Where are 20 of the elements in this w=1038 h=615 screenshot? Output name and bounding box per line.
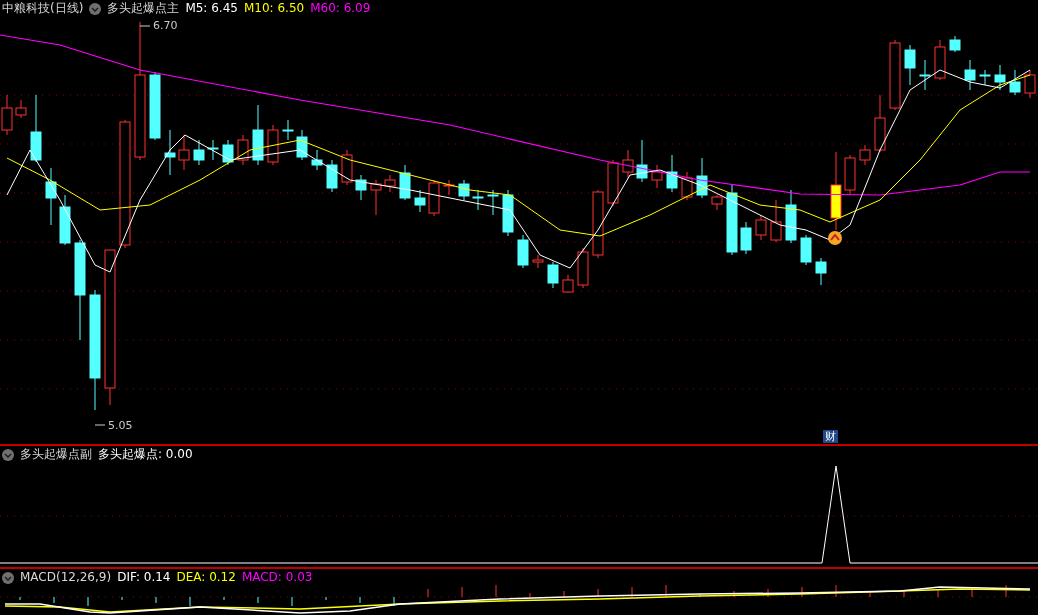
indicator-value: MACD: 0.03	[241, 570, 313, 585]
indicator-value: 多头起爆点: 0.00	[98, 447, 193, 462]
indicator-value: M5: 6.45	[185, 1, 238, 16]
indicator-name[interactable]: 多头起爆点主	[107, 1, 180, 16]
up-chevron-icon	[828, 231, 842, 245]
collapse-icon[interactable]	[89, 2, 102, 15]
finance-badge[interactable]: 财	[823, 430, 838, 443]
leader-line	[94, 424, 106, 426]
price-label: 6.70	[153, 19, 178, 32]
collapse-icon[interactable]	[2, 571, 14, 584]
indicator-name[interactable]: 多头起爆点副	[20, 447, 92, 462]
indicator-value: DIF: 0.14	[117, 570, 171, 585]
chart-title: 中粮科技(日线)	[2, 1, 84, 16]
collapse-icon[interactable]	[2, 448, 14, 461]
indicator-value: DEA: 0.12	[176, 570, 236, 585]
indicator-value: M60: 6.09	[310, 1, 371, 16]
leader-line	[139, 25, 151, 27]
price-label: 5.05	[108, 419, 133, 432]
indicator-value: M10: 6.50	[243, 1, 305, 16]
indicator-name[interactable]: MACD(12,26,9)	[20, 570, 112, 585]
